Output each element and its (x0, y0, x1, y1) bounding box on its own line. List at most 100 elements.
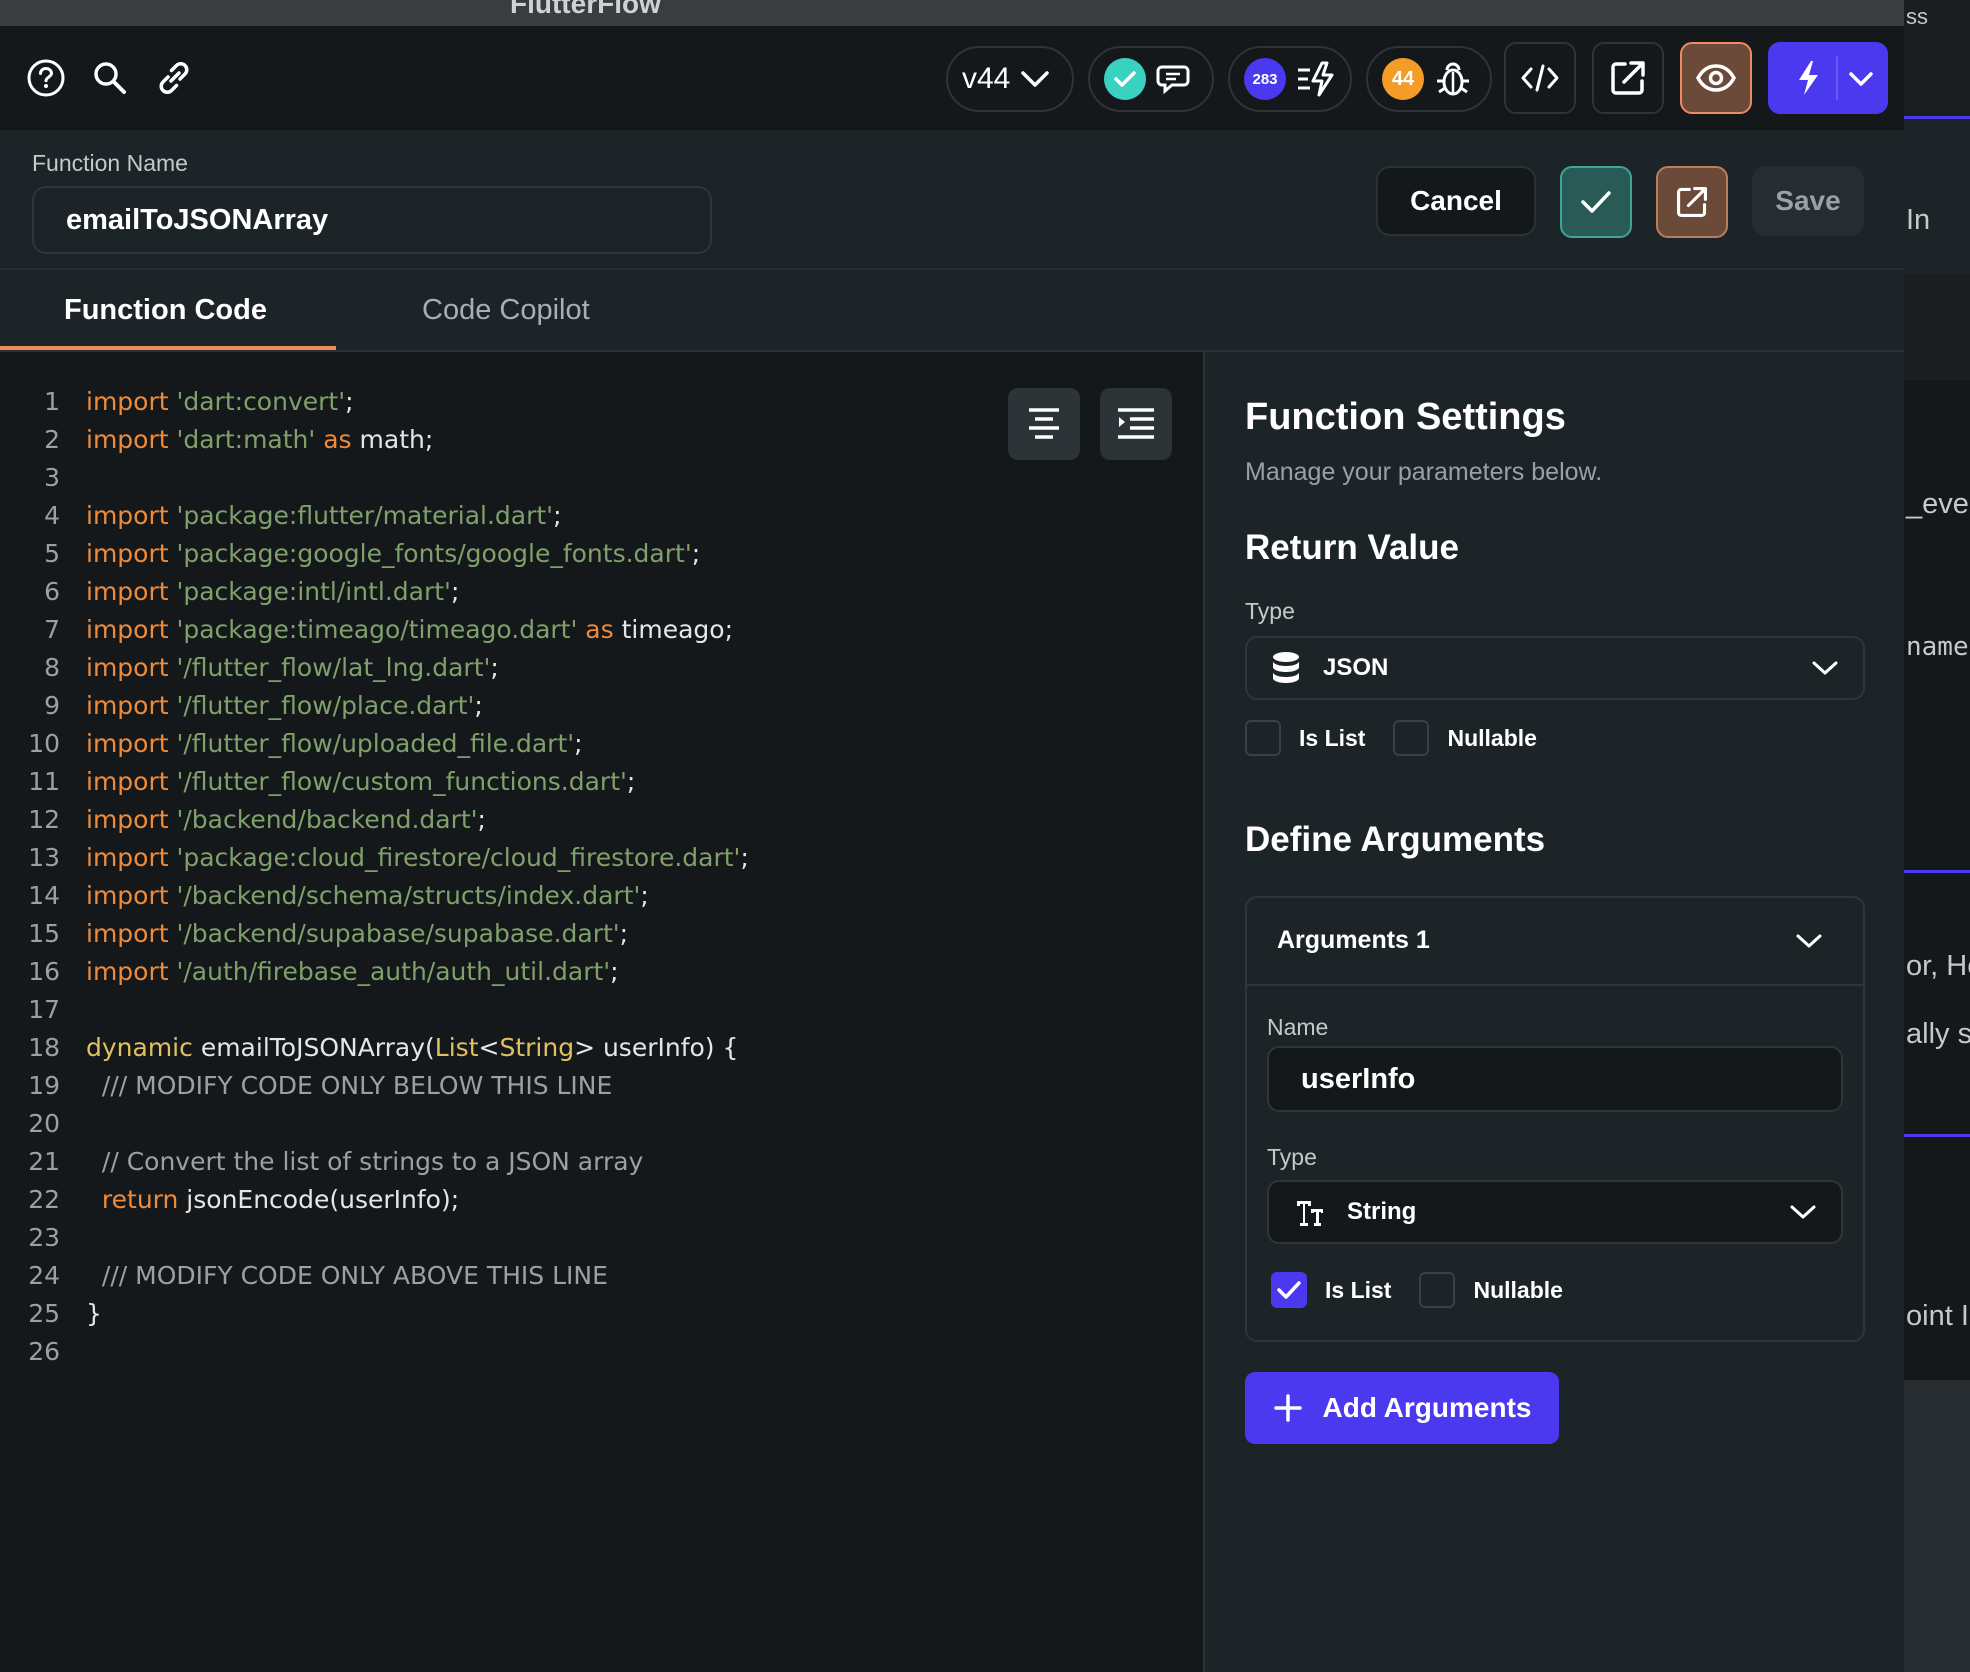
chevron-down-icon (1790, 1205, 1816, 1219)
issues-pill[interactable]: 283 (1228, 46, 1352, 112)
line-number: 23 (28, 1222, 60, 1252)
argument-name-label: Name (1267, 1014, 1329, 1040)
argument-options: Is List Nullable (1271, 1272, 1573, 1308)
argument-type-value: String (1347, 1198, 1417, 1225)
background-text: oint I (1906, 1300, 1969, 1332)
code-line: 7 import 'package:timeago/timeago.dart' a… (0, 610, 749, 648)
link-icon[interactable] (152, 56, 196, 100)
bugs-pill[interactable]: 44 (1366, 46, 1492, 112)
background-text: or, He (1906, 950, 1970, 982)
line-number: 18 (28, 1032, 60, 1062)
plus-icon (1273, 1394, 1302, 1422)
line-number: 6 (44, 576, 60, 606)
code-lines: 1 import 'dart:convert'; 2 import 'dart:ma… (0, 382, 749, 1370)
return-type-dropdown[interactable]: JSON (1245, 636, 1865, 700)
line-number: 7 (44, 614, 60, 644)
check-icon (1581, 191, 1611, 213)
active-tab-indicator (0, 346, 336, 350)
argument-nullable-checkbox[interactable] (1419, 1272, 1456, 1308)
return-type-value: JSON (1323, 654, 1389, 681)
eye-icon (1696, 64, 1736, 92)
tab-function-code[interactable]: Function Code (64, 294, 267, 327)
return-is-list-label: Is List (1299, 724, 1366, 751)
code-line: 19 /// MODIFY CODE ONLY BELOW THIS LINE (0, 1066, 749, 1104)
background-text: In (1906, 204, 1931, 236)
code-line: 15 import '/backend/supabase/supabase.dar… (0, 914, 749, 952)
return-is-list-checkbox[interactable] (1245, 720, 1281, 756)
background-text: ally s (1906, 1018, 1970, 1050)
function-name-input[interactable]: emailToJSONArray (32, 186, 712, 254)
check-icon (1277, 1281, 1301, 1299)
return-nullable-checkbox[interactable] (1393, 720, 1430, 756)
tab-bar: Function Code Code Copilot (0, 270, 1904, 352)
settings-subtitle: Manage your parameters below. (1245, 458, 1603, 486)
cancel-button[interactable]: Cancel (1376, 166, 1536, 236)
database-icon (1273, 652, 1299, 683)
run-button[interactable] (1768, 42, 1888, 114)
code-view-button[interactable] (1504, 42, 1576, 114)
background-panel (1904, 1380, 1970, 1672)
code-line: 4 import 'package:flutter/material.dart'; (0, 496, 749, 534)
line-number: 11 (28, 766, 60, 796)
return-nullable-label: Nullable (1447, 724, 1537, 751)
argument-card-header[interactable]: Arguments 1 (1247, 898, 1863, 986)
tab-code-copilot[interactable]: Code Copilot (422, 294, 590, 327)
line-number: 5 (44, 538, 60, 568)
add-arguments-button[interactable]: Add Arguments (1245, 1372, 1559, 1444)
code-line: 10 import '/flutter_flow/uploaded_file.da… (0, 724, 749, 762)
status-comments-pill[interactable] (1088, 46, 1214, 112)
window-title-bar: FlutterFlow (0, 0, 1970, 26)
lightning-icon (1799, 61, 1818, 95)
format-center-button[interactable] (1008, 388, 1080, 460)
line-number: 10 (28, 728, 60, 758)
background-text: ss (1906, 4, 1928, 29)
check-circle-icon (1104, 58, 1146, 100)
code-line: 9 import '/flutter_flow/place.dart'; (0, 686, 749, 724)
preview-button[interactable] (1680, 42, 1752, 114)
code-line: 6 import 'package:intl/intl.dart'; (0, 572, 749, 610)
add-arguments-label: Add Arguments (1322, 1392, 1532, 1423)
code-line: 20 (0, 1104, 749, 1142)
function-header: Function Name emailToJSONArray Cancel Sa… (0, 130, 1904, 270)
bug-icon (1437, 62, 1469, 96)
open-editor-button[interactable] (1656, 166, 1728, 238)
code-line: 1 import 'dart:convert'; (0, 382, 749, 420)
open-external-button[interactable] (1592, 42, 1664, 114)
chevron-down-icon (1796, 934, 1822, 948)
line-number: 16 (28, 956, 60, 986)
argument-name-input[interactable]: userInfo (1267, 1046, 1843, 1112)
help-icon[interactable] (24, 56, 68, 100)
code-line: 2 import 'dart:math' as math; (0, 420, 749, 458)
background-panel (1904, 118, 1970, 273)
code-line: 13 import 'package:cloud_firestore/cloud_… (0, 838, 749, 876)
version-selector[interactable]: v44 (946, 46, 1074, 112)
code-line: 25} (0, 1294, 749, 1332)
comments-icon (1156, 65, 1190, 95)
argument-type-label: Type (1267, 1144, 1317, 1170)
line-number: 2 (44, 424, 60, 454)
align-center-icon (1029, 408, 1059, 439)
flash-list-icon (1298, 61, 1334, 97)
save-button[interactable]: Save (1752, 166, 1864, 236)
function-name-label: Function Name (32, 150, 188, 176)
check-button[interactable] (1560, 166, 1632, 238)
argument-type-dropdown[interactable]: String (1267, 1180, 1843, 1244)
window-title: FlutterFlow (510, 0, 661, 19)
background-panel (1904, 380, 1970, 1380)
line-number: 25 (28, 1298, 60, 1328)
chevron-down-icon[interactable] (1848, 70, 1874, 88)
issues-count-badge: 283 (1244, 58, 1286, 100)
line-number: 1 (44, 386, 60, 416)
argument-is-list-checkbox[interactable] (1271, 1272, 1307, 1308)
top-toolbar: v44 283 44 (0, 26, 1904, 130)
line-number: 15 (28, 918, 60, 948)
code-editor[interactable]: 1 import 'dart:convert'; 2 import 'dart:ma… (0, 352, 1203, 1672)
external-link-icon (1611, 61, 1645, 95)
indent-icon (1118, 408, 1154, 439)
format-indent-button[interactable] (1100, 388, 1172, 460)
code-icon (1521, 64, 1559, 92)
code-line: 23 (0, 1218, 749, 1256)
background-divider (1904, 1134, 1970, 1137)
code-line: 26 (0, 1332, 749, 1370)
search-icon[interactable] (88, 56, 132, 100)
